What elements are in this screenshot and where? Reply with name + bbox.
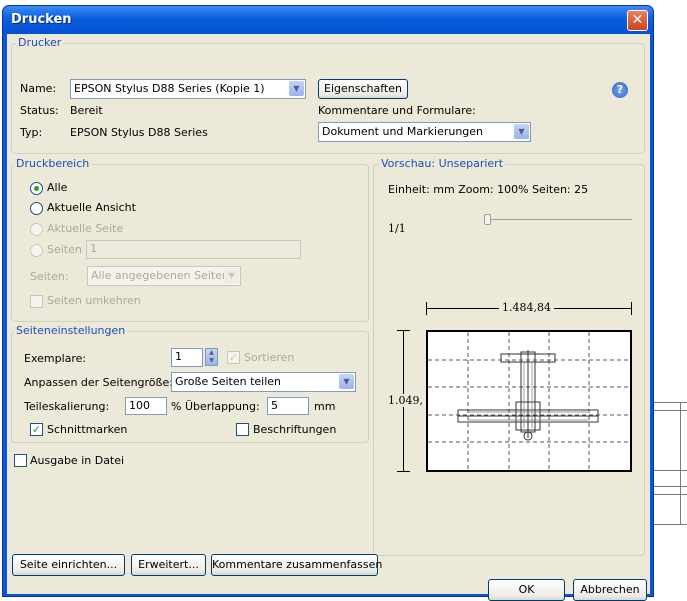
type-value: EPSON Stylus D88 Series (70, 126, 208, 139)
reverse-pages-checkbox (30, 295, 43, 308)
overlap-unit: mm (314, 400, 336, 413)
page-slider-thumb[interactable] (484, 214, 491, 225)
summarize-comments-button[interactable]: Kommentare zusammenfassen (211, 554, 382, 576)
page-scaling-value: Große Seiten teilen (175, 375, 282, 388)
page-setup-button[interactable]: Seite einrichten... (12, 554, 125, 576)
page-setup-legend: Seiteneinstellungen (14, 324, 128, 337)
cancel-button[interactable]: Abbrechen (573, 579, 647, 601)
page-counter: 1/1 (388, 222, 406, 235)
print-range-legend: Druckbereich (14, 157, 92, 170)
width-dimension-tick-right (631, 302, 632, 315)
labels-label[interactable]: Beschriftungen (253, 423, 336, 436)
radio-current-page-label: Aktuelle Seite (47, 222, 124, 235)
labels-checkbox[interactable] (236, 423, 249, 436)
background-drawing-line (654, 486, 687, 487)
height-dimension-value: 1.049, (388, 394, 423, 407)
type-label: Typ: (20, 126, 43, 139)
collate-label: Sortieren (244, 351, 295, 364)
cut-marks-label[interactable]: Schnittmarken (47, 423, 127, 436)
printer-name-select[interactable]: EPSON Stylus D88 Series (Kopie 1) ▼ (70, 79, 306, 99)
help-icon[interactable]: ? (612, 82, 628, 98)
overlap-label: % Überlappung: (171, 400, 260, 413)
printer-name-value: EPSON Stylus D88 Series (Kopie 1) (74, 82, 265, 95)
comments-forms-label: Kommentare und Formulare: (318, 104, 476, 117)
output-to-file-checkbox[interactable] (14, 454, 27, 467)
radio-selected-dot (34, 186, 39, 191)
copies-label: Exemplare: (24, 352, 87, 365)
width-dimension-tick-left (426, 302, 427, 315)
chevron-down-icon: ▼ (339, 374, 354, 389)
comments-forms-value: Dokument und Markierungen (322, 125, 484, 138)
radio-pages-label: Seiten (47, 243, 82, 256)
output-to-file-label[interactable]: Ausgabe in Datei (30, 454, 124, 467)
cut-marks-checkbox[interactable]: ✓ (30, 423, 43, 436)
tile-scale-label: Teileskalierung: (24, 400, 110, 413)
comments-forms-select[interactable]: Dokument und Markierungen ▼ (318, 122, 531, 142)
copies-input[interactable]: 1 (171, 348, 203, 367)
chevron-down-icon: ▼ (289, 81, 304, 96)
chevron-down-icon: ▼ (514, 124, 529, 139)
preview-info: Einheit: mm Zoom: 100% Seiten: 25 (388, 183, 589, 196)
background-drawing-line (654, 524, 687, 525)
print-dialog: Drucken ✕ Drucker Name: EPSON Stylus D88… (2, 5, 654, 601)
background-drawing-line (654, 402, 687, 403)
radio-all[interactable] (30, 182, 43, 195)
height-dimension-tick-top (397, 330, 410, 331)
advanced-button[interactable]: Erweitert... (131, 554, 206, 576)
background-drawing-line (654, 470, 687, 471)
title-bar[interactable]: Drucken ✕ (3, 6, 653, 34)
subset-value: Alle angegebenen Seiten (91, 269, 229, 282)
preview-legend: Vorschau: Unsepariert (379, 157, 506, 170)
airplane-drawing (457, 350, 599, 441)
properties-button[interactable]: Eigenschaften (318, 79, 408, 99)
status-value: Bereit (70, 104, 103, 117)
close-button[interactable]: ✕ (627, 10, 648, 31)
radio-pages (30, 244, 43, 257)
copies-stepper[interactable]: ▲ ▼ (205, 348, 218, 366)
background-drawing-line (680, 402, 681, 524)
background-drawing-line (654, 494, 687, 495)
printer-name-label: Name: (20, 82, 57, 95)
dialog-title: Drucken (11, 12, 72, 27)
page-scaling-label: Anpassen der Seitengröße: (24, 376, 173, 389)
overlap-input[interactable]: 5 (267, 397, 309, 415)
ok-button[interactable]: OK (488, 579, 565, 601)
radio-current-view[interactable] (30, 202, 43, 215)
radio-current-view-label[interactable]: Aktuelle Ansicht (47, 201, 136, 214)
status-label: Status: (20, 104, 59, 117)
subset-select: Alle angegebenen Seiten ▼ (87, 266, 241, 286)
reverse-pages-label: Seiten umkehren (47, 294, 141, 307)
chevron-down-icon: ▼ (224, 268, 239, 283)
pages-input: 1 (86, 240, 301, 259)
properties-button-label: Eigenschaften (324, 82, 402, 95)
tile-scale-input[interactable]: 100 (125, 397, 167, 415)
page-slider-track[interactable] (485, 219, 632, 220)
width-dimension-value: 1.484,84 (499, 301, 554, 314)
dialog-body: Drucker Name: EPSON Stylus D88 Series (K… (7, 34, 650, 601)
height-dimension-tick-bottom (397, 471, 410, 472)
subset-label: Seiten: (30, 270, 69, 283)
radio-all-label[interactable]: Alle (47, 181, 67, 194)
printer-group-legend: Drucker (16, 36, 64, 49)
preview-page (426, 330, 632, 472)
background-drawing-line (654, 410, 687, 411)
close-icon: ✕ (631, 12, 644, 28)
collate-checkbox: ✓ (227, 351, 240, 364)
page-scaling-select[interactable]: Große Seiten teilen ▼ (171, 372, 356, 392)
radio-current-page (30, 223, 43, 236)
